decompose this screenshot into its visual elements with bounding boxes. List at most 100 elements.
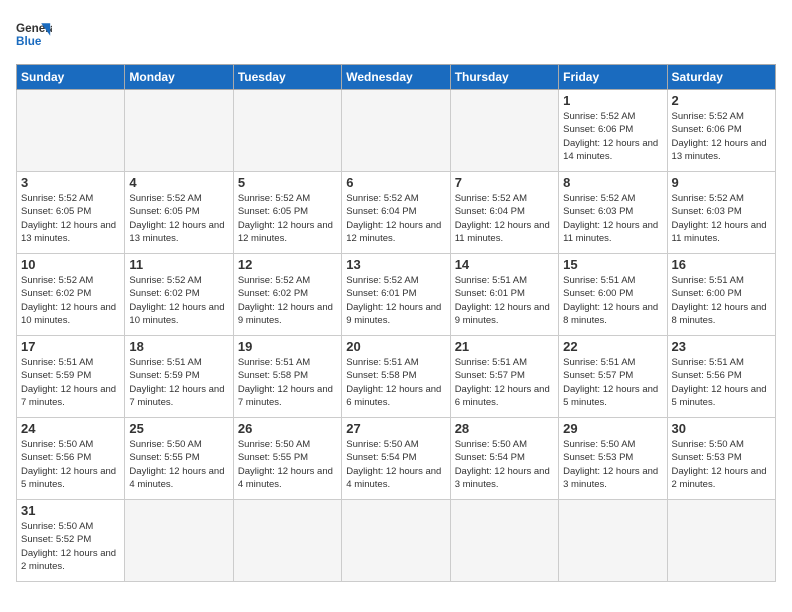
calendar-day-cell: 24Sunrise: 5:50 AM Sunset: 5:56 PM Dayli… xyxy=(17,418,125,500)
calendar-day-cell: 8Sunrise: 5:52 AM Sunset: 6:03 PM Daylig… xyxy=(559,172,667,254)
calendar-day-cell: 15Sunrise: 5:51 AM Sunset: 6:00 PM Dayli… xyxy=(559,254,667,336)
day-info: Sunrise: 5:51 AM Sunset: 5:58 PM Dayligh… xyxy=(238,356,337,409)
day-info: Sunrise: 5:52 AM Sunset: 6:05 PM Dayligh… xyxy=(129,192,228,245)
day-info: Sunrise: 5:52 AM Sunset: 6:05 PM Dayligh… xyxy=(21,192,120,245)
calendar-day-cell xyxy=(125,500,233,582)
day-info: Sunrise: 5:52 AM Sunset: 6:02 PM Dayligh… xyxy=(238,274,337,327)
day-number: 22 xyxy=(563,339,662,354)
day-info: Sunrise: 5:52 AM Sunset: 6:06 PM Dayligh… xyxy=(672,110,771,163)
calendar-day-cell xyxy=(559,500,667,582)
day-number: 11 xyxy=(129,257,228,272)
weekday-header-tuesday: Tuesday xyxy=(233,65,341,90)
day-number: 1 xyxy=(563,93,662,108)
calendar-day-cell: 27 Sunrise: 5:50 AM Sunset: 5:54 PM Dayli… xyxy=(342,418,450,500)
calendar-day-cell: 29 Sunrise: 5:50 AM Sunset: 5:53 PM Dayli… xyxy=(559,418,667,500)
day-number: 28 xyxy=(455,421,554,436)
day-number: 14 xyxy=(455,257,554,272)
calendar-day-cell xyxy=(667,500,775,582)
day-info: Sunrise: 5:51 AM Sunset: 6:01 PM Dayligh… xyxy=(455,274,554,327)
day-number: 3 xyxy=(21,175,120,190)
day-number: 5 xyxy=(238,175,337,190)
calendar-day-cell: 5 Sunrise: 5:52 AM Sunset: 6:05 PM Daylig… xyxy=(233,172,341,254)
day-number: 12 xyxy=(238,257,337,272)
calendar-day-cell: 31Sunrise: 5:50 AM Sunset: 5:52 PM Dayli… xyxy=(17,500,125,582)
calendar-day-cell: 13Sunrise: 5:52 AM Sunset: 6:01 PM Dayli… xyxy=(342,254,450,336)
calendar-day-cell xyxy=(450,500,558,582)
day-info: Sunrise: 5:51 AM Sunset: 6:00 PM Dayligh… xyxy=(672,274,771,327)
day-number: 9 xyxy=(672,175,771,190)
day-info: Sunrise: 5:52 AM Sunset: 6:02 PM Dayligh… xyxy=(129,274,228,327)
day-info: Sunrise: 5:52 AM Sunset: 6:03 PM Dayligh… xyxy=(563,192,662,245)
weekday-header-saturday: Saturday xyxy=(667,65,775,90)
day-number: 19 xyxy=(238,339,337,354)
weekday-header-wednesday: Wednesday xyxy=(342,65,450,90)
day-info: Sunrise: 5:51 AM Sunset: 5:59 PM Dayligh… xyxy=(129,356,228,409)
calendar-day-cell: 10 Sunrise: 5:52 AM Sunset: 6:02 PM Dayli… xyxy=(17,254,125,336)
calendar-day-cell: 11 Sunrise: 5:52 AM Sunset: 6:02 PM Dayli… xyxy=(125,254,233,336)
day-info: Sunrise: 5:50 AM Sunset: 5:53 PM Dayligh… xyxy=(672,438,771,491)
day-number: 10 xyxy=(21,257,120,272)
page-header: General Blue xyxy=(16,16,776,52)
day-info: Sunrise: 5:52 AM Sunset: 6:02 PM Dayligh… xyxy=(21,274,120,327)
calendar-week-row: 1 Sunrise: 5:52 AM Sunset: 6:06 PM Daylig… xyxy=(17,90,776,172)
day-number: 27 xyxy=(346,421,445,436)
weekday-header-sunday: Sunday xyxy=(17,65,125,90)
calendar-day-cell: 14 Sunrise: 5:51 AM Sunset: 6:01 PM Dayli… xyxy=(450,254,558,336)
day-number: 15 xyxy=(563,257,662,272)
weekday-header-monday: Monday xyxy=(125,65,233,90)
svg-text:Blue: Blue xyxy=(16,35,42,48)
day-info: Sunrise: 5:52 AM Sunset: 6:01 PM Dayligh… xyxy=(346,274,445,327)
weekday-header-row: SundayMondayTuesdayWednesdayThursdayFrid… xyxy=(17,65,776,90)
calendar-day-cell: 3 Sunrise: 5:52 AM Sunset: 6:05 PM Daylig… xyxy=(17,172,125,254)
calendar-day-cell: 2 Sunrise: 5:52 AM Sunset: 6:06 PM Daylig… xyxy=(667,90,775,172)
day-number: 29 xyxy=(563,421,662,436)
day-info: Sunrise: 5:52 AM Sunset: 6:05 PM Dayligh… xyxy=(238,192,337,245)
calendar-day-cell: 12 Sunrise: 5:52 AM Sunset: 6:02 PM Dayli… xyxy=(233,254,341,336)
calendar-day-cell: 26 Sunrise: 5:50 AM Sunset: 5:55 PM Dayli… xyxy=(233,418,341,500)
day-number: 26 xyxy=(238,421,337,436)
calendar-day-cell: 9Sunrise: 5:52 AM Sunset: 6:03 PM Daylig… xyxy=(667,172,775,254)
calendar-week-row: 17 Sunrise: 5:51 AM Sunset: 5:59 PM Dayli… xyxy=(17,336,776,418)
calendar-day-cell: 7Sunrise: 5:52 AM Sunset: 6:04 PM Daylig… xyxy=(450,172,558,254)
day-info: Sunrise: 5:50 AM Sunset: 5:55 PM Dayligh… xyxy=(129,438,228,491)
day-number: 7 xyxy=(455,175,554,190)
day-info: Sunrise: 5:50 AM Sunset: 5:54 PM Dayligh… xyxy=(455,438,554,491)
calendar-day-cell: 17Sunrise: 5:51 AM Sunset: 5:59 PM Dayli… xyxy=(17,336,125,418)
calendar-day-cell: 19 Sunrise: 5:51 AM Sunset: 5:58 PM Dayli… xyxy=(233,336,341,418)
day-number: 2 xyxy=(672,93,771,108)
calendar-day-cell: 6Sunrise: 5:52 AM Sunset: 6:04 PM Daylig… xyxy=(342,172,450,254)
calendar-day-cell xyxy=(233,500,341,582)
calendar-day-cell xyxy=(450,90,558,172)
day-number: 4 xyxy=(129,175,228,190)
calendar-week-row: 3 Sunrise: 5:52 AM Sunset: 6:05 PM Daylig… xyxy=(17,172,776,254)
calendar-day-cell xyxy=(17,90,125,172)
day-info: Sunrise: 5:51 AM Sunset: 5:58 PM Dayligh… xyxy=(346,356,445,409)
calendar-week-row: 10 Sunrise: 5:52 AM Sunset: 6:02 PM Dayli… xyxy=(17,254,776,336)
day-number: 31 xyxy=(21,503,120,518)
day-info: Sunrise: 5:50 AM Sunset: 5:55 PM Dayligh… xyxy=(238,438,337,491)
day-info: Sunrise: 5:50 AM Sunset: 5:53 PM Dayligh… xyxy=(563,438,662,491)
day-number: 21 xyxy=(455,339,554,354)
day-number: 20 xyxy=(346,339,445,354)
day-number: 17 xyxy=(21,339,120,354)
weekday-header-thursday: Thursday xyxy=(450,65,558,90)
calendar-day-cell: 18Sunrise: 5:51 AM Sunset: 5:59 PM Dayli… xyxy=(125,336,233,418)
calendar-day-cell: 20 Sunrise: 5:51 AM Sunset: 5:58 PM Dayli… xyxy=(342,336,450,418)
calendar-week-row: 31Sunrise: 5:50 AM Sunset: 5:52 PM Dayli… xyxy=(17,500,776,582)
day-info: Sunrise: 5:52 AM Sunset: 6:06 PM Dayligh… xyxy=(563,110,662,163)
calendar-day-cell: 30Sunrise: 5:50 AM Sunset: 5:53 PM Dayli… xyxy=(667,418,775,500)
logo: General Blue xyxy=(16,16,52,52)
generalblue-icon: General Blue xyxy=(16,16,52,52)
calendar-day-cell: 22 Sunrise: 5:51 AM Sunset: 5:57 PM Dayli… xyxy=(559,336,667,418)
weekday-header-friday: Friday xyxy=(559,65,667,90)
day-info: Sunrise: 5:51 AM Sunset: 5:57 PM Dayligh… xyxy=(563,356,662,409)
day-info: Sunrise: 5:52 AM Sunset: 6:04 PM Dayligh… xyxy=(346,192,445,245)
day-info: Sunrise: 5:50 AM Sunset: 5:54 PM Dayligh… xyxy=(346,438,445,491)
calendar-table: SundayMondayTuesdayWednesdayThursdayFrid… xyxy=(16,64,776,582)
calendar-day-cell xyxy=(125,90,233,172)
calendar-day-cell: 4 Sunrise: 5:52 AM Sunset: 6:05 PM Daylig… xyxy=(125,172,233,254)
calendar-day-cell xyxy=(342,90,450,172)
calendar-day-cell: 16Sunrise: 5:51 AM Sunset: 6:00 PM Dayli… xyxy=(667,254,775,336)
day-number: 25 xyxy=(129,421,228,436)
day-info: Sunrise: 5:50 AM Sunset: 5:56 PM Dayligh… xyxy=(21,438,120,491)
